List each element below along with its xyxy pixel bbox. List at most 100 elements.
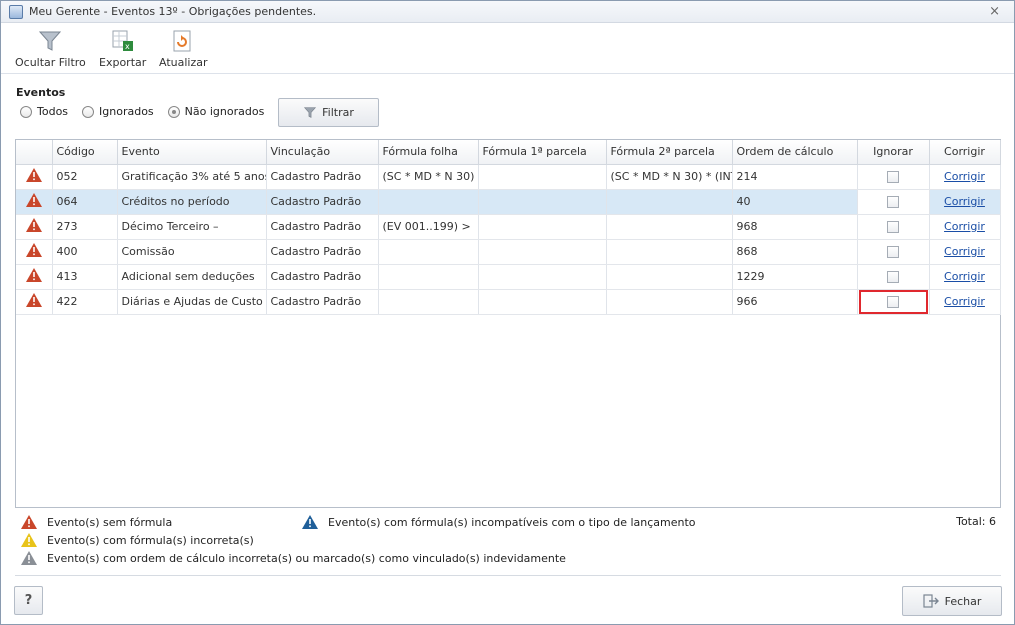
cell-formula-2-parcela: (SC * MD * N 30) * (INT xyxy=(606,164,733,190)
column-header-formula-folha[interactable]: Fórmula folha xyxy=(378,140,479,165)
warning-gray-icon xyxy=(21,551,37,565)
fix-link[interactable]: Corrigir xyxy=(944,195,985,208)
cell-formula-1-parcela xyxy=(478,214,607,240)
column-header-formula-2-parcela[interactable]: Fórmula 2ª parcela xyxy=(606,140,733,165)
column-header-codigo[interactable]: Código xyxy=(52,140,118,165)
cell-vinculacao: Cadastro Padrão xyxy=(266,264,379,290)
radio-nao-ignorados-dot[interactable] xyxy=(167,105,180,118)
ignore-checkbox[interactable] xyxy=(887,221,899,233)
warning-red-icon xyxy=(25,293,42,310)
total-count: Total: 6 xyxy=(956,515,996,528)
help-button[interactable]: ? xyxy=(14,586,43,615)
ignore-checkbox[interactable] xyxy=(887,171,899,183)
fix-link[interactable]: Corrigir xyxy=(944,170,985,183)
hide-filter-label: Ocultar Filtro xyxy=(15,56,86,69)
exit-icon xyxy=(923,594,939,608)
refresh-icon xyxy=(170,28,196,54)
table-row[interactable]: 400 Comissão Cadastro Padrão 868 Corrigir xyxy=(16,239,1001,265)
cell-corrigir: Corrigir xyxy=(929,189,1001,215)
warning-red-icon xyxy=(21,515,37,529)
cell-formula-2-parcela xyxy=(606,289,733,315)
table-row[interactable]: 413 Adicional sem deduções Cadastro Padrão… xyxy=(16,264,1001,290)
table-header: Código Evento Vinculação Fórmula folha Fórmu… xyxy=(16,140,1001,165)
radio-ignorados-label: Ignorados xyxy=(99,105,154,118)
cell-corrigir: Corrigir xyxy=(929,214,1001,240)
close-window-button[interactable]: × xyxy=(989,4,1000,19)
legend-incompatible-text: Evento(s) com fórmula(s) incompatíveis c… xyxy=(328,515,696,529)
radio-todos-dot[interactable] xyxy=(20,105,32,118)
row-warning-cell xyxy=(16,264,53,290)
ignore-checkbox[interactable] xyxy=(887,246,899,258)
cell-codigo: 064 xyxy=(52,189,118,215)
legend-incorrect-text: Evento(s) com fórmula(s) incorreta(s) xyxy=(47,533,254,547)
close-button-label: Fechar xyxy=(944,594,982,608)
fix-link[interactable]: Corrigir xyxy=(944,245,985,258)
table-row[interactable]: 064 Créditos no período Cadastro Padrão 40 C… xyxy=(16,189,1001,215)
cell-codigo: 400 xyxy=(52,239,118,265)
refresh-label: Atualizar xyxy=(159,56,208,69)
cell-corrigir: Corrigir xyxy=(929,239,1001,265)
cell-ordem-calculo: 214 xyxy=(732,164,858,190)
cell-formula-2-parcela xyxy=(606,189,733,215)
ignore-checkbox[interactable] xyxy=(887,271,899,283)
column-header-ignorar[interactable]: Ignorar xyxy=(857,140,930,165)
warning-blue-icon xyxy=(302,515,318,529)
legend-incorrect: Evento(s) com fórmula(s) incorreta(s) xyxy=(21,533,254,547)
cell-formula-1-parcela xyxy=(478,164,607,190)
row-warning-cell xyxy=(16,289,53,315)
cell-ordem-calculo: 966 xyxy=(732,289,858,315)
cell-vinculacao: Cadastro Padrão xyxy=(266,289,379,315)
legend-no-formula-text: Evento(s) sem fórmula xyxy=(47,515,173,529)
cell-formula-1-parcela xyxy=(478,289,607,315)
radio-ignorados[interactable]: Ignorados xyxy=(82,105,154,118)
ignore-checkbox[interactable] xyxy=(887,296,899,308)
radio-todos[interactable]: Todos xyxy=(20,105,68,118)
app-icon xyxy=(9,4,23,19)
radio-ignorados-dot[interactable] xyxy=(82,105,95,118)
fix-link[interactable]: Corrigir xyxy=(944,220,985,233)
cell-ignorar xyxy=(857,189,930,215)
legend-no-formula: Evento(s) sem fórmula xyxy=(21,515,172,529)
cell-formula-2-parcela xyxy=(606,239,733,265)
cell-evento: Comissão xyxy=(117,239,267,265)
export-button[interactable]: x Exportar xyxy=(99,28,146,69)
radio-nao-ignorados[interactable]: Não ignorados xyxy=(167,105,264,118)
table-row[interactable]: 273 Décimo Terceiro – Cadastro Padrão (EV 0… xyxy=(16,214,1001,240)
cell-ignorar xyxy=(857,239,930,265)
column-header-ordem-calculo[interactable]: Ordem de cálculo xyxy=(732,140,858,165)
row-warning-cell xyxy=(16,214,53,240)
hide-filter-button[interactable]: Ocultar Filtro xyxy=(15,28,86,69)
cell-vinculacao: Cadastro Padrão xyxy=(266,164,379,190)
event-filter-radio-group: Todos Ignorados Não ignorados xyxy=(20,105,278,118)
cell-ignorar xyxy=(857,264,930,290)
close-button[interactable]: Fechar xyxy=(902,586,1002,616)
refresh-button[interactable]: Atualizar xyxy=(159,28,208,69)
table-row[interactable]: 052 Gratificação 3% até 5 anos Cadastro Pa… xyxy=(16,164,1001,190)
warning-red-icon xyxy=(25,168,42,185)
cell-corrigir: Corrigir xyxy=(929,264,1001,290)
column-header-warning[interactable] xyxy=(16,140,53,165)
row-warning-cell xyxy=(16,239,53,265)
fix-link[interactable]: Corrigir xyxy=(944,295,985,308)
cell-codigo: 422 xyxy=(52,289,118,315)
filter-title: Eventos xyxy=(16,86,66,99)
funnel-icon xyxy=(304,107,317,118)
cell-corrigir: Corrigir xyxy=(929,289,1001,315)
cell-codigo: 052 xyxy=(52,164,118,190)
cell-ordem-calculo: 968 xyxy=(732,214,858,240)
cell-formula-1-parcela xyxy=(478,239,607,265)
cell-codigo: 273 xyxy=(52,214,118,240)
fix-link[interactable]: Corrigir xyxy=(944,270,985,283)
cell-vinculacao: Cadastro Padrão xyxy=(266,214,379,240)
column-header-corrigir[interactable]: Corrigir xyxy=(929,140,1001,165)
cell-formula-folha xyxy=(378,264,479,290)
column-header-vinculacao[interactable]: Vinculação xyxy=(266,140,379,165)
filter-button[interactable]: Filtrar xyxy=(278,98,379,127)
ignore-checkbox[interactable] xyxy=(887,196,899,208)
column-header-formula-1-parcela[interactable]: Fórmula 1ª parcela xyxy=(478,140,607,165)
table-row[interactable]: 422 Diárias e Ajudas de Custo Cadastro Pad… xyxy=(16,289,1001,315)
cell-corrigir: Corrigir xyxy=(929,164,1001,190)
title-bar: Meu Gerente - Eventos 13º - Obrigações p… xyxy=(1,1,1014,23)
cell-ignorar xyxy=(857,214,930,240)
column-header-evento[interactable]: Evento xyxy=(117,140,267,165)
